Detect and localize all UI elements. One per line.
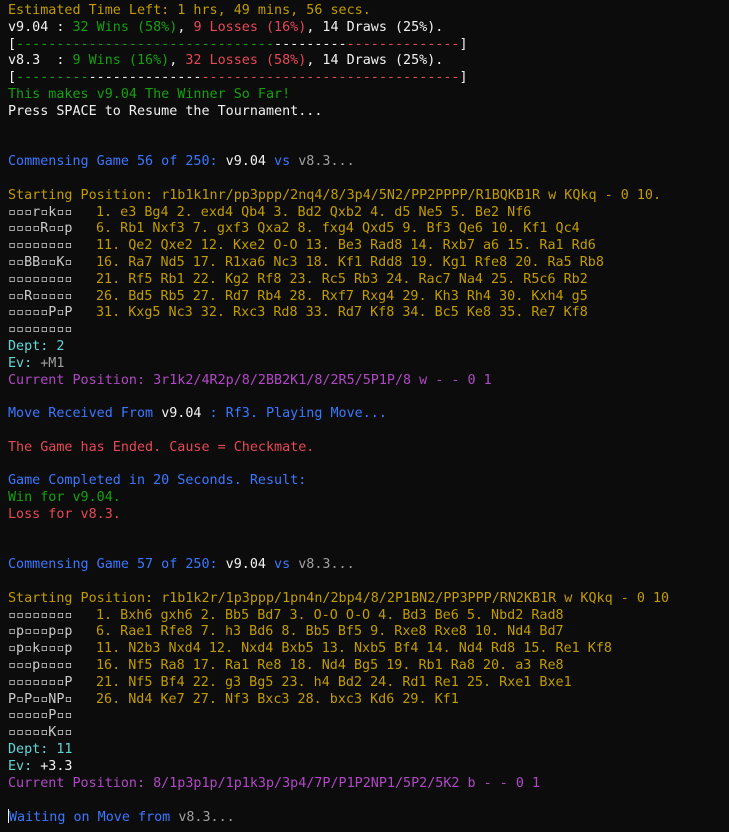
loss-result: Loss for v8.3. (8, 506, 121, 522)
board-rank: ▫▫▫▫▫▫▫▫ (8, 238, 73, 254)
board-rank: ▫▫▫▫▫▫▫▫ (8, 322, 73, 338)
move-list-line: 1. Bxh6 gxh6 2. Bb5 Bd7 3. O-O O-O 4. Bd… (96, 607, 564, 623)
bar-wins-segment: --------- (16, 70, 89, 86)
board-rank: ▫p▫▫▫p▫p (8, 624, 73, 640)
v904-losses: 9 Losses (16%) (193, 19, 307, 35)
board-rank: ▫▫▫▫▫P▫▫ (8, 708, 73, 724)
board-rank: ▫▫BB▫▫K▫ (8, 254, 73, 270)
v904-wins: 32 Wins (58%) (72, 19, 178, 35)
game-56-board-and-moves: ▫▫▫r▫k▫▫ 1. e3 Bg4 2. exd4 Qb4 3. Bd2 Qxb… (8, 205, 729, 339)
current-position: Current Position: 3r1k2/4R2p/8/2BB2K1/8/… (8, 372, 492, 388)
game-ended-line: The Game has Ended. Cause = Checkmate. (8, 439, 315, 455)
board-rank: ▫▫▫▫▫K▫▫ (8, 725, 73, 741)
bar-losses-segment: -------------- (346, 36, 460, 52)
current-position: Current Position: 8/1p3p1p/1p1k3p/3p4/7P… (8, 775, 541, 791)
search-depth: Dept: 2 (8, 338, 65, 354)
move-list-line: 16. Ra7 Nd5 17. R1xa6 Nc3 18. Kf1 Rdd8 1… (96, 254, 604, 270)
eta-line: Estimated Time Left: 1 hrs, 49 mins, 56 … (8, 3, 371, 18)
search-depth: Dept: 11 (8, 742, 73, 758)
engine-name-v83: v8.3 (8, 53, 49, 69)
starting-position: Starting Position: r1b1k2r/1p3ppp/1pn4n/… (8, 590, 670, 606)
v904-stats-line: v9.04 : 32 Wins (58%), 9 Losses (16%), 1… (8, 19, 444, 35)
evaluation-value: +M1 (40, 355, 65, 371)
starting-fen: r1b1k2r/1p3ppp/1pn4n/2bp4/8/2P1BN2/PP3PP… (161, 590, 670, 606)
bar-wins-segment: -------------------------------- (16, 36, 275, 52)
move-list-line: 21. Nf5 Bf4 22. g3 Bg5 23. h4 Bd2 24. Rd… (96, 674, 572, 690)
terminal-output: Estimated Time Left: 1 hrs, 49 mins, 56 … (0, 0, 729, 826)
move-list-line: 26. Nd4 Ke7 27. Nf3 Bxc3 28. bxc3 Kd6 29… (96, 691, 459, 707)
move-list-line: 31. Kxg5 Nc3 32. Rxc3 Rd8 33. Rd7 Kf8 34… (96, 305, 588, 321)
engine-name: v8.3... (178, 810, 235, 826)
evaluation: Ev: +M1 (8, 355, 65, 371)
move-list-line: 11. Qe2 Qxe2 12. Kxe2 O-O 13. Be3 Rad8 1… (96, 238, 596, 254)
game-57-header: Commensing Game 57 of 250: v9.04 vs v8.3… (8, 557, 355, 573)
board-rank: ▫▫▫▫▫▫▫P (8, 674, 73, 690)
starting-position: Starting Position: r1b1k1nr/pp3ppp/2nq4/… (8, 187, 662, 203)
move-list-line: 6. Rae1 Rfe8 7. h3 Bd6 8. Bb5 Bf5 9. Rxe… (96, 624, 564, 640)
winner-line: This makes v9.04 The Winner So Far! (8, 86, 291, 102)
evaluation: Ev: +3.3 (8, 758, 73, 774)
board-rank: ▫▫▫▫R▫▫p (8, 221, 73, 237)
move-list-line: 6. Rb1 Nxf3 7. gxf3 Qxa2 8. fxg4 Qxd5 9.… (96, 221, 580, 237)
game-completed-line: Game Completed in 20 Seconds. Result: (8, 473, 307, 489)
black-engine: v8.3... (298, 557, 355, 573)
v83-draws: , 14 Draws (25%). (306, 53, 444, 69)
win-result: Win for v9.04. (8, 490, 121, 506)
game-56-header: Commensing Game 56 of 250: v9.04 vs v8.3… (8, 154, 355, 170)
v904-progress-bar: [---------------------------------------… (8, 36, 468, 52)
move-list-line: 21. Rf5 Rb1 22. Kg2 Rf8 23. Rc5 Rb3 24. … (96, 271, 588, 287)
board-rank: ▫p▫k▫▫▫p (8, 641, 73, 657)
v83-stats-line: v8.3 : 9 Wins (16%), 32 Losses (58%), 14… (8, 53, 444, 69)
v83-losses: 32 Losses (58%) (185, 53, 307, 69)
game-57-board-and-moves: ▫▫▫▫▫▫▫▫ 1. Bxh6 gxh6 2. Bb5 Bd7 3. O-O O… (8, 608, 729, 742)
move-list-line: 26. Bd5 Rb5 27. Rd7 Rb4 28. Rxf7 Rxg4 29… (96, 288, 588, 304)
v904-draws: , 14 Draws (25%). (306, 19, 444, 35)
board-rank: ▫▫▫p▫▫▫▫ (8, 658, 73, 674)
engine-name-v904: v9.04 (8, 19, 49, 35)
v83-wins: 9 Wins (16%) (72, 53, 170, 69)
black-engine: v8.3... (298, 154, 355, 170)
board-rank: ▫▫▫▫▫▫▫▫ (8, 271, 73, 287)
white-engine: v9.04 (225, 154, 266, 170)
board-rank: ▫▫▫▫▫P▫P (8, 305, 73, 321)
engine-name: v9.04 (161, 406, 202, 422)
move-received-line: Move Received From v9.04 : Rf3. Playing … (8, 406, 387, 422)
board-rank: ▫▫▫r▫k▫▫ (8, 204, 73, 220)
move-list-line: 16. Nf5 Ra8 17. Ra1 Re8 18. Nd4 Bg5 19. … (96, 658, 564, 674)
move-list-line: 11. N2b3 Nxd4 12. Nxd4 Bxb5 13. Nxb5 Bf4… (96, 641, 612, 657)
bar-draws-segment: --------- (274, 36, 347, 52)
bar-draws-segment: -------------- (88, 70, 202, 86)
board-rank: ▫▫R▫▫▫▫▫ (8, 288, 73, 304)
evaluation-value: +3.3 (40, 758, 73, 774)
board-rank: ▫▫▫▫▫▫▫▫ (8, 607, 73, 623)
white-engine: v9.04 (225, 557, 266, 573)
waiting-line: Waiting on Move from v8.3... (8, 809, 235, 826)
board-rank: P▫P▫▫NP▫ (8, 691, 73, 707)
v83-progress-bar: [---------------------------------------… (8, 70, 468, 86)
press-space-prompt: Press SPACE to Resume the Tournament... (8, 103, 323, 119)
bar-losses-segment: -------------------------------- (201, 70, 460, 86)
starting-fen: r1b1k1nr/pp3ppp/2nq4/8/3p4/5N2/PP2PPPP/R… (161, 187, 662, 203)
move-list-line: 1. e3 Bg4 2. exd4 Qb4 3. Bd2 Qxb2 4. d5 … (96, 204, 532, 220)
